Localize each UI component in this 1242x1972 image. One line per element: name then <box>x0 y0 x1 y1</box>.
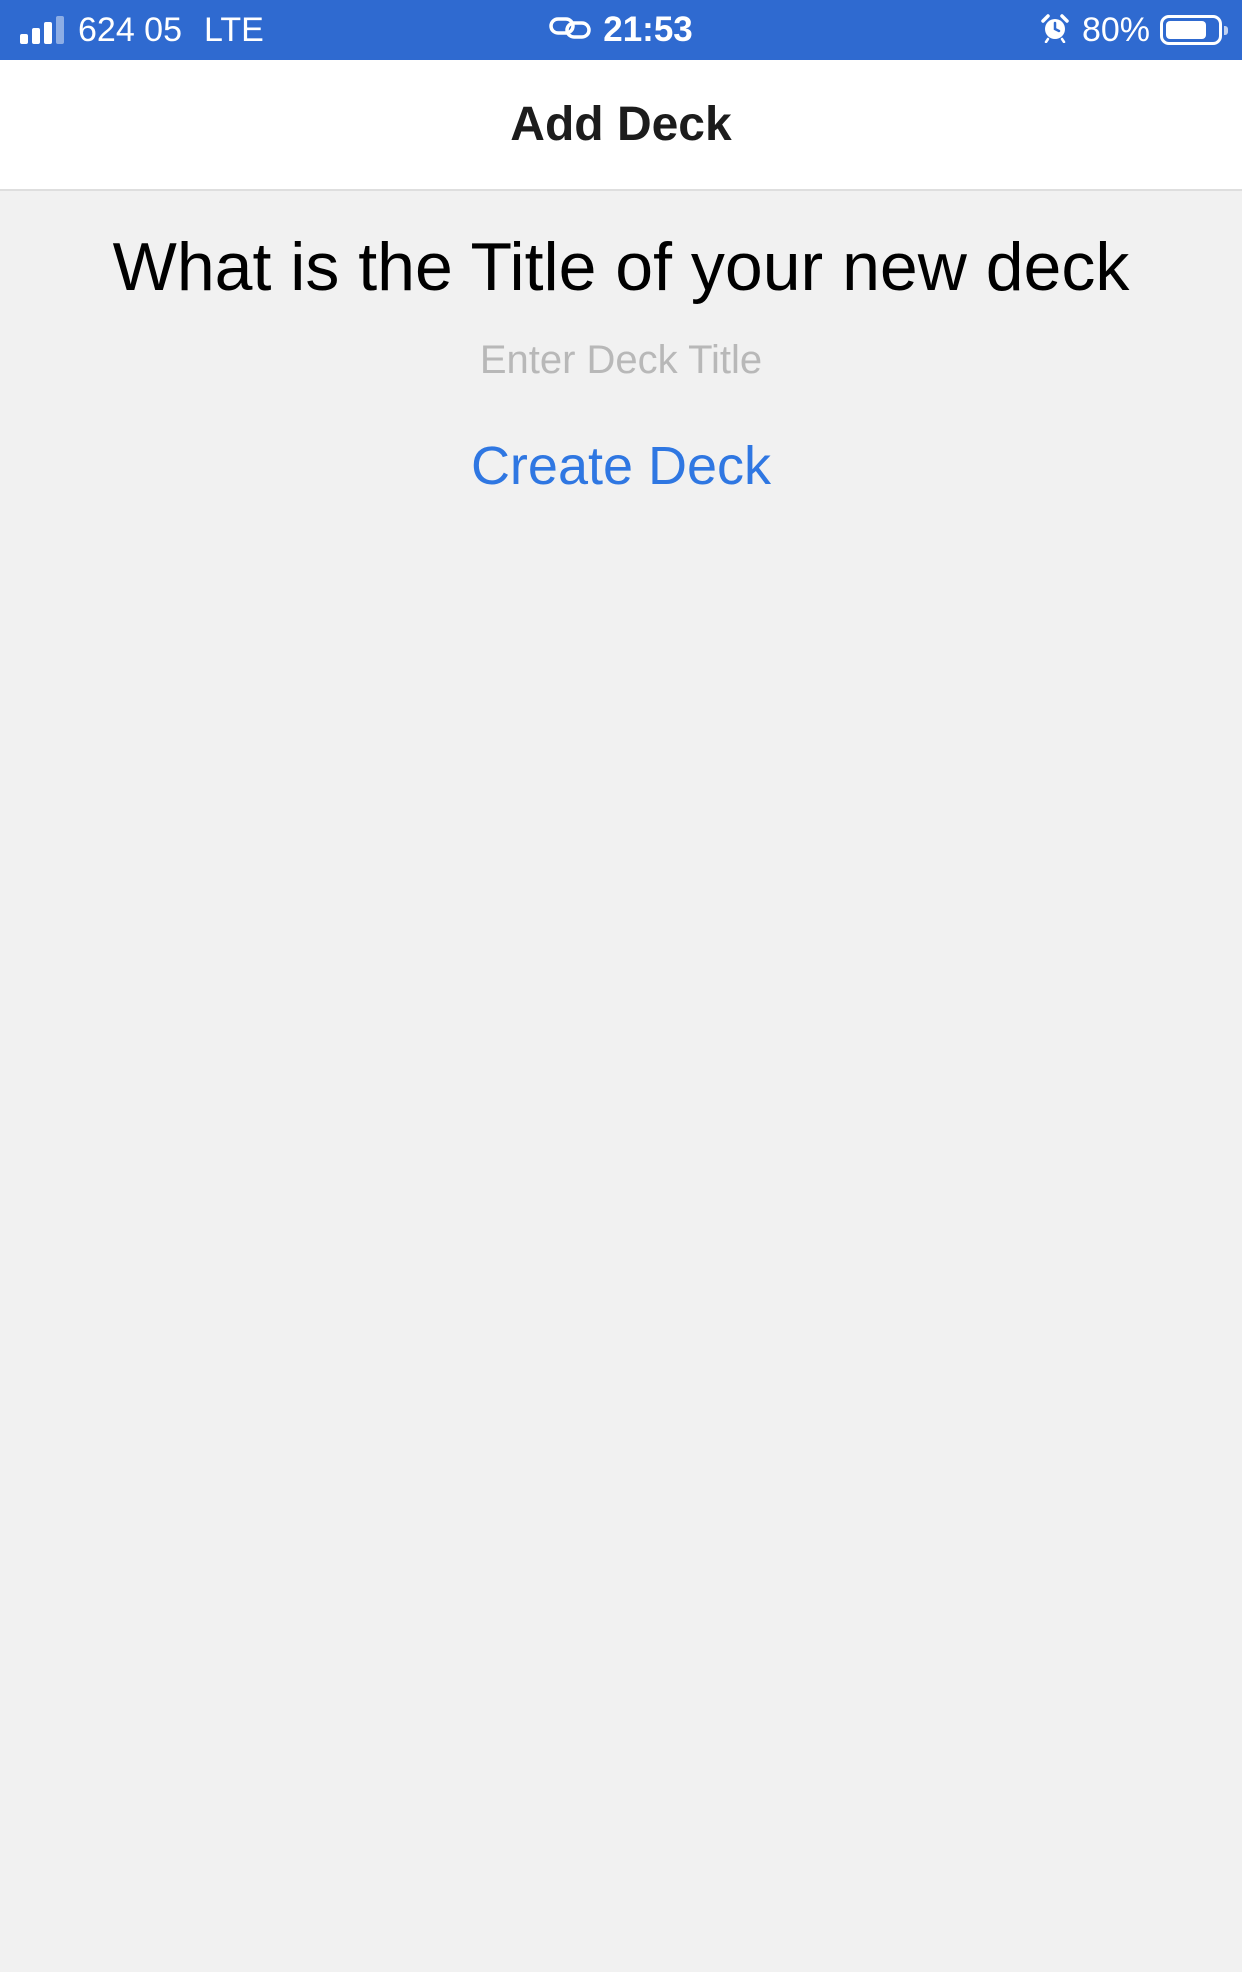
navigation-bar: Add Deck <box>0 60 1242 191</box>
alarm-icon <box>1040 13 1070 48</box>
add-deck-form: What is the Title of your new deck Creat… <box>0 191 1242 497</box>
status-right: 80% <box>1040 0 1228 60</box>
create-deck-button[interactable]: Create Deck <box>471 435 771 497</box>
status-bar: 624 05 LTE 21:53 80% <box>0 0 1242 60</box>
deck-title-question: What is the Title of your new deck <box>112 229 1130 305</box>
battery-percent: 80% <box>1081 11 1150 49</box>
battery-level-fill <box>1166 21 1206 39</box>
link-icon <box>549 15 591 46</box>
deck-title-input[interactable] <box>271 335 971 385</box>
battery-nub <box>1224 26 1228 35</box>
clock-time: 21:53 <box>603 10 693 49</box>
page-title: Add Deck <box>510 98 732 151</box>
battery-icon <box>1160 15 1228 45</box>
